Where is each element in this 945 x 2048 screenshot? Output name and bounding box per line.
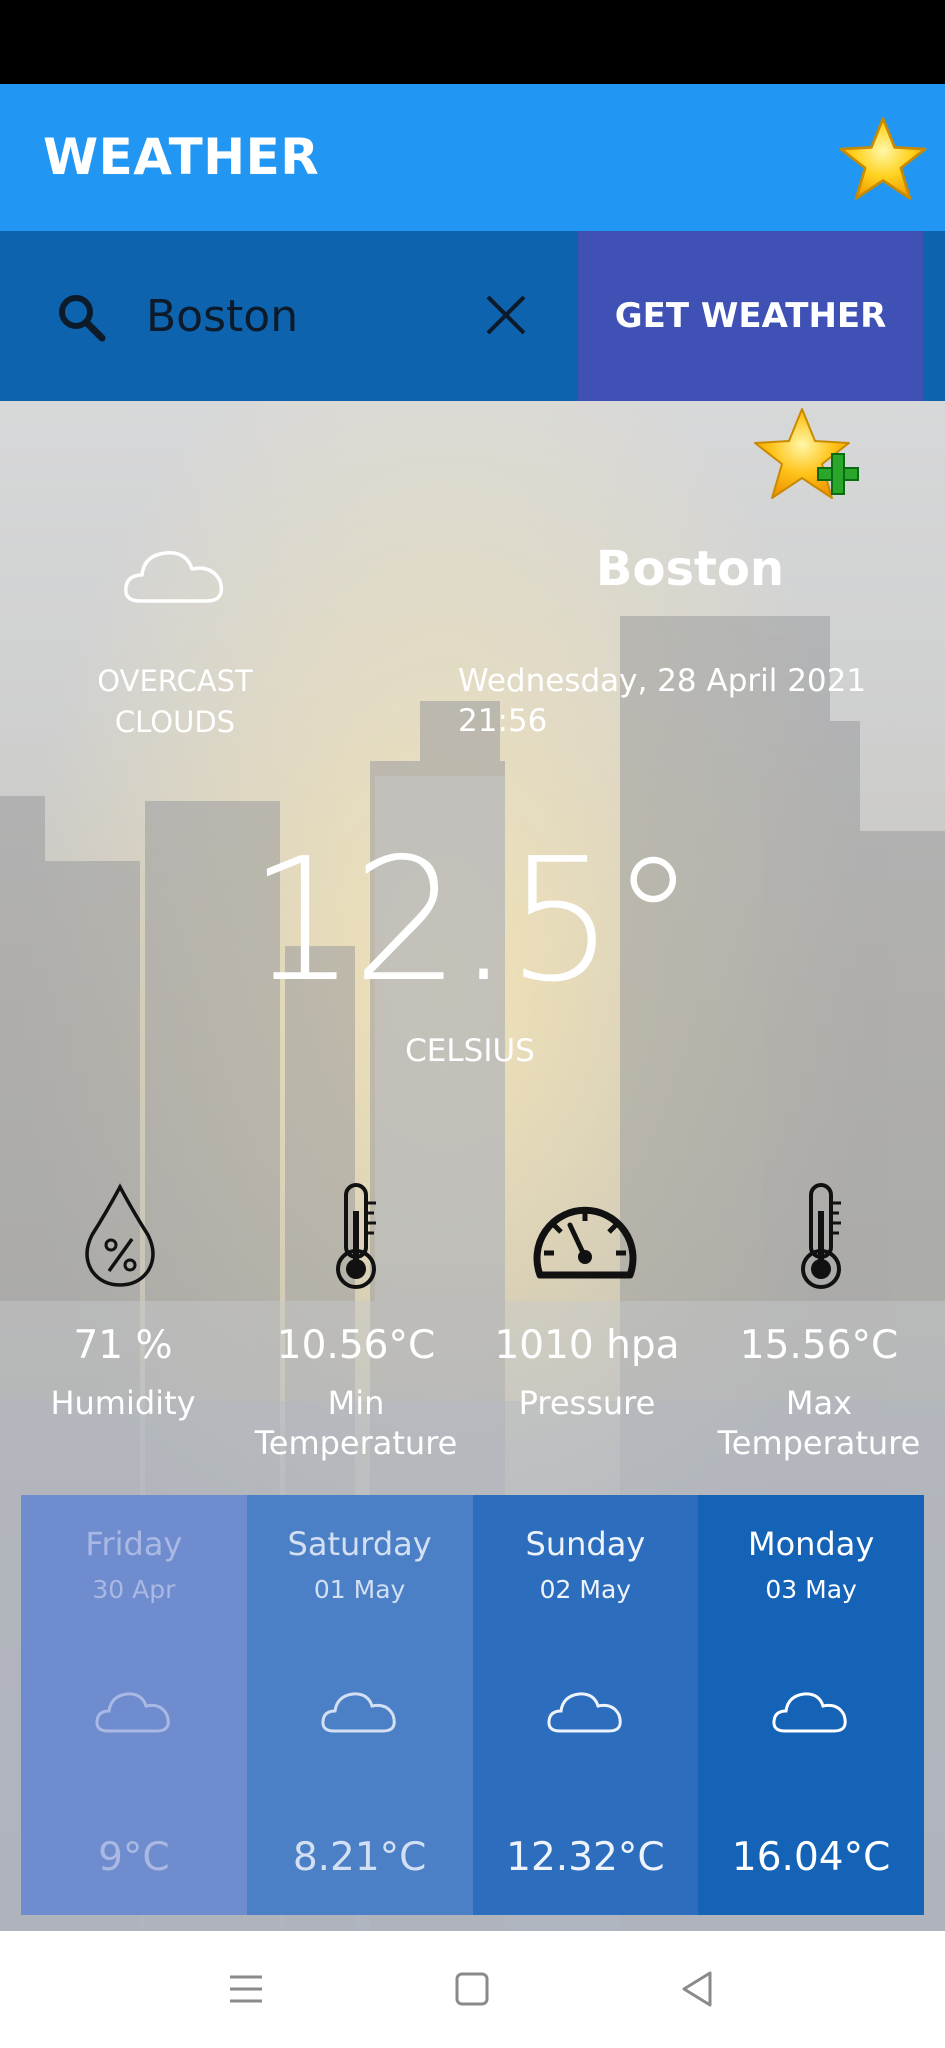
min-temperature-value: 10.56°C (276, 1323, 436, 1368)
forecast-day-name: Sunday (525, 1525, 646, 1563)
cloud-icon (95, 1692, 170, 1733)
close-icon[interactable] (482, 291, 530, 339)
star-icon[interactable] (838, 116, 928, 202)
forecast-day-name: Monday (747, 1525, 875, 1563)
current-date: Wednesday, 28 April 2021 (458, 663, 867, 699)
menu-icon[interactable] (224, 1967, 268, 2011)
cloud-icon (772, 1692, 847, 1733)
city-search-input[interactable] (146, 281, 466, 351)
search-icon (59, 295, 106, 342)
forecast-day[interactable]: Sunday 02 May 12.32°C (472, 1495, 699, 1915)
weather-condition: OVERCAST CLOUDS (97, 664, 253, 739)
pressure-value: 1010 hpa (494, 1323, 680, 1368)
forecast-day[interactable]: Saturday 01 May 8.21°C (246, 1495, 473, 1915)
forecast-day-name: Friday (85, 1525, 183, 1563)
gauge-icon (533, 1206, 637, 1279)
forecast-day-date: 02 May (539, 1575, 632, 1604)
app-bar: WEATHER (0, 84, 945, 231)
cloud-icon (546, 1692, 622, 1733)
forecast-day-date: 30 Apr (92, 1575, 176, 1604)
forecast-day-temp: 9°C (98, 1835, 170, 1880)
forecast-day-date: 03 May (765, 1575, 857, 1604)
city-name: Boston (595, 541, 785, 597)
app-title: WEATHER (43, 128, 320, 186)
temperature-unit: CELSIUS (405, 1033, 535, 1069)
search-bar: GET WEATHER (0, 231, 945, 401)
humidity-label: Humidity (50, 1384, 196, 1422)
max-temperature-value: 15.56°C (739, 1323, 899, 1368)
forecast-day-temp: 8.21°C (292, 1835, 427, 1880)
forecast-day-date: 01 May (313, 1575, 406, 1604)
get-weather-button[interactable]: GET WEATHER (578, 231, 923, 401)
thermometer-icon (801, 1183, 841, 1289)
status-bar (0, 0, 945, 84)
system-navigation-bar (0, 1931, 945, 2048)
max-temperature-label: Max Temperature (717, 1384, 921, 1462)
cloud-icon (321, 1692, 396, 1733)
humidity-drop-icon (85, 1183, 155, 1287)
add-favorite-icon[interactable] (752, 406, 862, 511)
cloud-icon (124, 551, 224, 603)
current-temperature: 12.5° (248, 822, 696, 1020)
thermometer-icon (336, 1183, 376, 1289)
forecast-strip: Friday 30 Apr 9°C Saturday 01 May 8.21°C… (21, 1495, 924, 1915)
current-time: 21:56 (458, 703, 548, 739)
pressure-label: Pressure (518, 1384, 656, 1422)
forecast-day-name: Saturday (287, 1525, 432, 1563)
forecast-day-temp: 16.04°C (731, 1835, 891, 1880)
forecast-day-temp: 12.32°C (506, 1835, 665, 1880)
weather-panel: OVERCAST CLOUDS Boston Wednesday, 28 Apr… (0, 401, 945, 1931)
humidity-value: 71 % (73, 1323, 173, 1368)
forecast-day[interactable]: Friday 30 Apr 9°C (21, 1495, 247, 1915)
home-icon[interactable] (450, 1967, 494, 2011)
forecast-day[interactable]: Monday 03 May 16.04°C (698, 1495, 924, 1915)
min-temperature-label: Min Temperature (254, 1384, 458, 1462)
back-icon[interactable] (676, 1967, 720, 2011)
